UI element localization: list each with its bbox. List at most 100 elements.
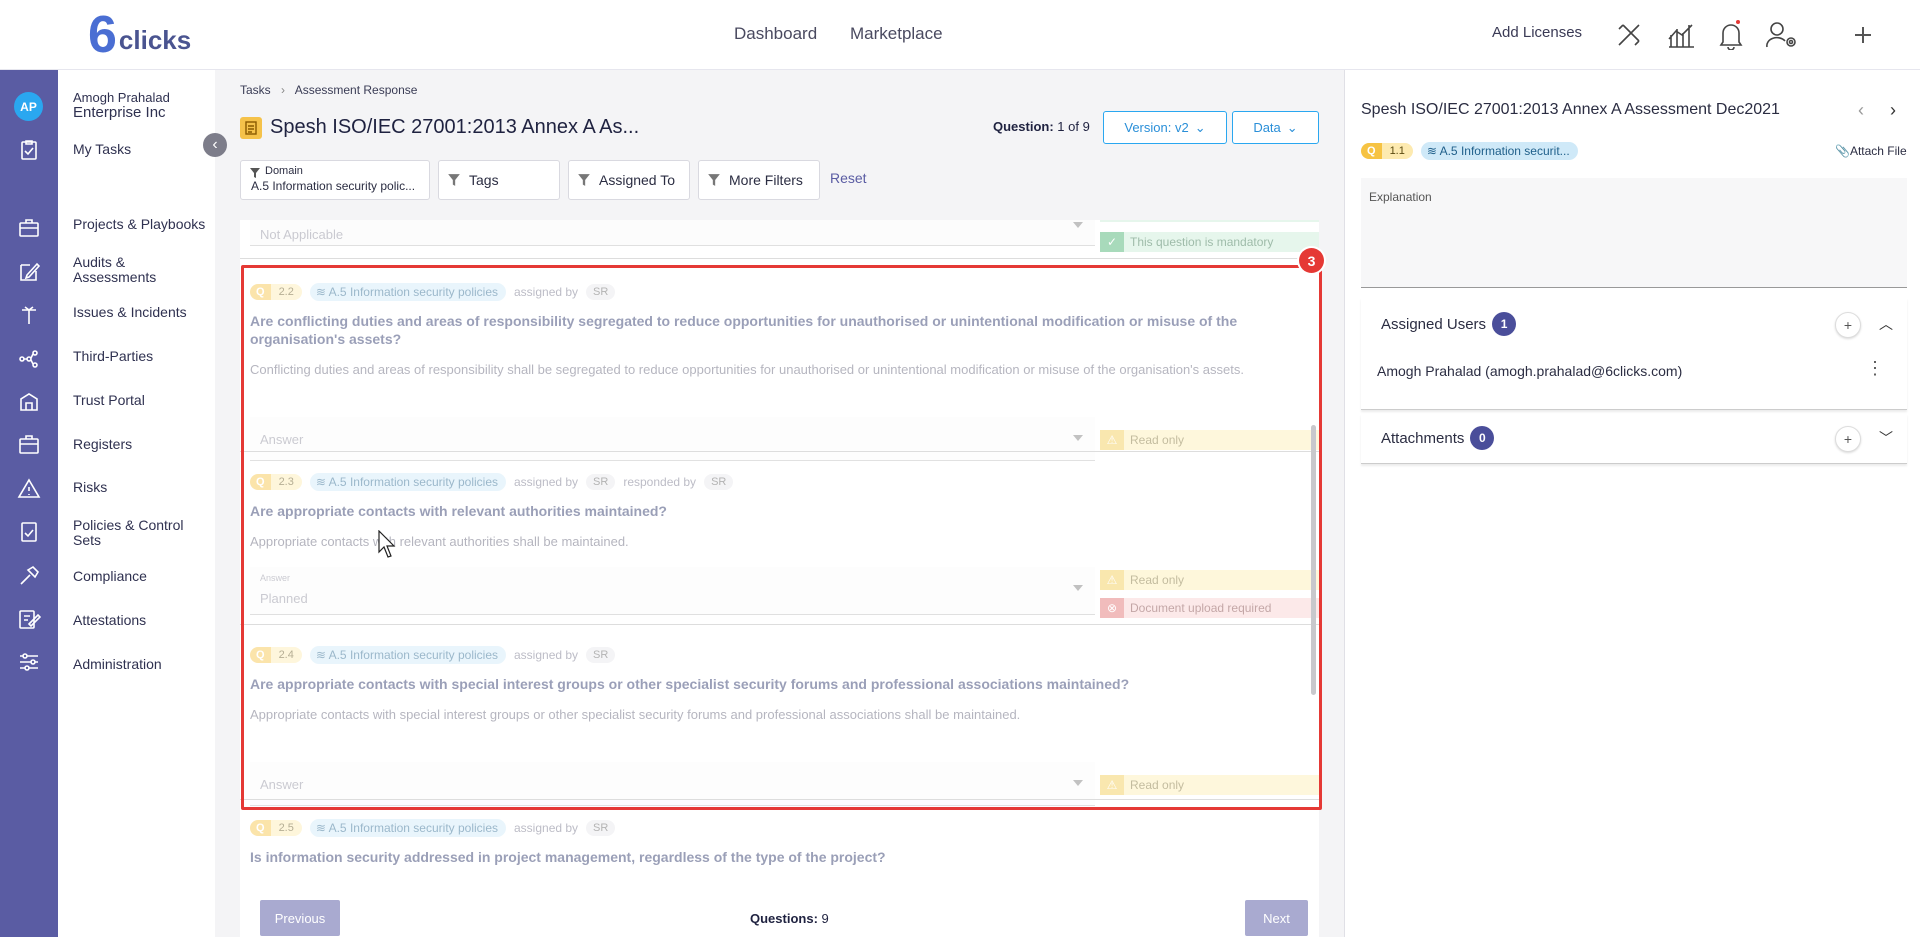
menu-item-compliance[interactable]: Compliance: [73, 569, 147, 584]
data-dropdown[interactable]: Data ⌄: [1232, 111, 1319, 144]
version-dropdown[interactable]: Version: v2 ⌄: [1103, 111, 1227, 144]
questions-total-value: 9: [821, 911, 829, 926]
assignee-initials: SR: [586, 820, 616, 836]
assigned-users-label: Assigned Users: [1381, 315, 1487, 333]
registers-icon[interactable]: [17, 433, 41, 457]
notifications-icon[interactable]: [1714, 18, 1748, 52]
explanation-textarea[interactable]: Explanation: [1361, 178, 1907, 288]
annotation-highlight-box: [241, 265, 1322, 810]
add-user-button[interactable]: +: [1835, 312, 1861, 338]
top-bar: 6 clicks Dashboard Marketplace Add Licen…: [0, 0, 1920, 70]
layers-icon: ≋: [1426, 144, 1440, 158]
domain-filter[interactable]: Domain A.5 Information security polic...: [240, 160, 430, 200]
tags-filter[interactable]: Tags: [438, 160, 560, 200]
reset-filters-link[interactable]: Reset: [830, 170, 867, 186]
list-item[interactable]: Q 2.5 ≋ A.5 Information security policie…: [250, 818, 1319, 866]
filter-icon: [250, 168, 260, 178]
chevron-up-icon[interactable]: ︿: [1879, 314, 1893, 334]
layers-icon: ≋: [315, 821, 329, 835]
menu-item-trust-portal[interactable]: Trust Portal: [73, 393, 145, 408]
status-badge: ✓ This question is mandatory: [1100, 232, 1319, 252]
add-licenses-link[interactable]: Add Licenses: [1492, 24, 1582, 41]
question-counter: Question: 1 of 9: [993, 119, 1090, 134]
breadcrumb-tasks[interactable]: Tasks: [240, 83, 271, 97]
divider: [240, 258, 1319, 259]
assigned-user-entry: Amogh Prahalad (amogh.prahalad@6clicks.c…: [1377, 363, 1683, 379]
menu-item-issues[interactable]: Issues & Incidents: [73, 305, 187, 320]
breadcrumb-current: Assessment Response: [294, 83, 418, 97]
briefcase-icon[interactable]: [17, 216, 41, 240]
org-name[interactable]: Enterprise Inc: [73, 104, 166, 121]
menu-item-administration[interactable]: Administration: [73, 657, 162, 672]
trust-icon[interactable]: [17, 390, 41, 414]
issues-icon[interactable]: [17, 303, 41, 327]
menu-item-audits[interactable]: Audits & Assessments: [73, 255, 173, 285]
attestations-icon[interactable]: [17, 607, 41, 631]
assessment-icon: [240, 116, 262, 139]
nav-marketplace[interactable]: Marketplace: [850, 24, 943, 44]
menu-item-policies[interactable]: Policies & Control Sets: [73, 518, 193, 548]
design-tools-icon[interactable]: [1612, 18, 1646, 52]
avatar[interactable]: AP: [14, 92, 43, 121]
chevron-down-icon: ⌄: [1194, 119, 1206, 135]
menu-item-my-tasks[interactable]: My Tasks: [73, 142, 131, 157]
next-button[interactable]: Next: [1245, 900, 1308, 936]
chevron-left-icon[interactable]: ‹: [1858, 100, 1864, 121]
assigned-to-filter-label: Assigned To: [599, 172, 676, 188]
version-label: Version: v2: [1124, 120, 1189, 135]
answer-value: Not Applicable: [260, 227, 344, 242]
domain-chip: ≋ A.5 Information security policies: [309, 819, 506, 837]
check-icon: ✓: [1100, 232, 1124, 252]
chevron-down-icon: [1073, 222, 1083, 228]
attach-file-button[interactable]: 📎Attach File: [1835, 144, 1907, 158]
menu-item-third-parties[interactable]: Third-Parties: [73, 349, 153, 364]
collapse-menu-button[interactable]: ‹: [203, 133, 227, 157]
chevron-right-icon[interactable]: ›: [1890, 100, 1896, 121]
more-options-icon[interactable]: ⋮: [1866, 358, 1884, 379]
menu-item-registers[interactable]: Registers: [73, 437, 132, 452]
edit-icon[interactable]: [17, 260, 41, 284]
data-label: Data: [1253, 120, 1281, 135]
mandatory-text: This question is mandatory: [1130, 235, 1274, 249]
brand-logo[interactable]: 6 clicks: [88, 6, 191, 64]
tags-filter-label: Tags: [469, 172, 499, 188]
menu-item-risks[interactable]: Risks: [73, 480, 107, 495]
menu-item-projects[interactable]: Projects & Playbooks: [73, 217, 205, 232]
risk-warning-icon[interactable]: [17, 477, 41, 501]
question-tag: Q: [1361, 143, 1382, 159]
annotation-step-badge: 3: [1299, 248, 1324, 273]
paperclip-icon: 📎: [1835, 144, 1850, 158]
filter-bar: Domain A.5 Information security polic...…: [240, 160, 828, 200]
menu-item-attestations[interactable]: Attestations: [73, 613, 146, 628]
questions-total-label: Questions:: [750, 911, 818, 926]
analytics-icon[interactable]: [1664, 18, 1698, 52]
answer-select[interactable]: Not Applicable: [250, 220, 1095, 246]
question-label: Question:: [993, 119, 1054, 134]
mouse-cursor-icon: [378, 530, 396, 558]
question-number: 1.1: [1381, 143, 1413, 159]
brand-mark: 6: [88, 6, 117, 64]
side-menu: Amogh Prahalad Enterprise Inc My Tasks P…: [58, 70, 215, 937]
attach-file-label: Attach File: [1849, 144, 1907, 158]
network-icon[interactable]: [17, 347, 41, 371]
assigned-to-filter[interactable]: Assigned To: [568, 160, 690, 200]
attachments-header[interactable]: Attachments 0: [1381, 426, 1495, 450]
more-filters-button[interactable]: More Filters: [698, 160, 820, 200]
nav-dashboard[interactable]: Dashboard: [734, 24, 817, 44]
assigned-by-label: assigned by: [514, 821, 579, 835]
user-settings-icon[interactable]: [1765, 18, 1799, 52]
add-attachment-button[interactable]: +: [1835, 426, 1861, 452]
chevron-left-icon: ‹: [212, 136, 218, 153]
user-name: Amogh Prahalad: [73, 90, 170, 105]
tasks-icon[interactable]: [17, 138, 41, 162]
add-icon[interactable]: [1846, 18, 1880, 52]
compliance-hammer-icon[interactable]: [17, 564, 41, 588]
title-row: Spesh ISO/IEC 27001:2013 Annex A As...: [240, 116, 639, 139]
administration-sliders-icon[interactable]: [17, 650, 41, 674]
detail-tags: Q 1.1 ≋ A.5 Information securit...: [1361, 142, 1586, 160]
domain-filter-value: A.5 Information security polic...: [251, 179, 416, 193]
previous-button[interactable]: Previous: [260, 900, 340, 936]
chevron-down-icon[interactable]: ﹀: [1879, 428, 1893, 448]
assigned-users-header[interactable]: Assigned Users 1: [1381, 312, 1517, 336]
policies-icon[interactable]: [17, 520, 41, 544]
